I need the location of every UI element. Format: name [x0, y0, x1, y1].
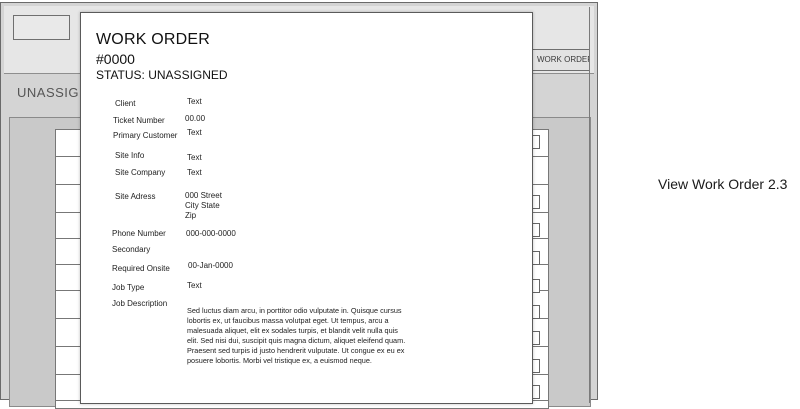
site-address-label: Site Adress — [115, 192, 156, 201]
modal-title: WORK ORDER — [96, 31, 210, 48]
work-order-status: STATUS: UNASSIGNED — [96, 68, 228, 82]
phone-number-label: Phone Number — [112, 229, 166, 238]
required-onsite-label: Required Onsite — [112, 264, 170, 273]
address-city-state: City State — [185, 201, 220, 210]
site-company-value: Text — [187, 168, 202, 177]
site-info-label: Site Info — [115, 151, 145, 160]
secondary-label: Secondary — [112, 245, 151, 254]
address-zip: Zip — [185, 211, 197, 220]
address-street: 000 Street — [185, 191, 222, 200]
site-address-value: 000 Street City State Zip — [185, 191, 222, 221]
client-value: Text — [187, 97, 202, 106]
client-label: Client — [115, 99, 136, 108]
screen-caption: View Work Order 2.3 — [658, 176, 788, 192]
phone-number-value: 000-000-0000 — [186, 229, 236, 238]
background-scrollbar-track — [589, 7, 590, 403]
work-order-number: #0000 — [96, 51, 135, 67]
site-company-label: Site Company — [115, 168, 166, 177]
ticket-number-label: Ticket Number — [113, 116, 165, 125]
logo-placeholder — [13, 15, 70, 40]
primary-customer-value: Text — [187, 128, 202, 137]
job-type-value: Text — [187, 281, 202, 290]
primary-customer-label: Primary Customer — [113, 131, 178, 140]
site-info-value: Text — [187, 153, 202, 162]
work-order-modal: WORK ORDER #0000 STATUS: UNASSIGNED Clie… — [80, 12, 533, 404]
work-order-button[interactable]: WORK ORDER — [530, 49, 590, 71]
job-type-label: Job Type — [112, 283, 145, 292]
job-description-label: Job Description — [112, 299, 168, 308]
ticket-number-value: 00.00 — [185, 114, 206, 123]
unassigned-heading: UNASSIGN — [17, 85, 89, 100]
required-onsite-value: 00-Jan-0000 — [188, 261, 233, 270]
job-description-value: Sed luctus diam arcu, in porttitor odio … — [187, 306, 406, 365]
